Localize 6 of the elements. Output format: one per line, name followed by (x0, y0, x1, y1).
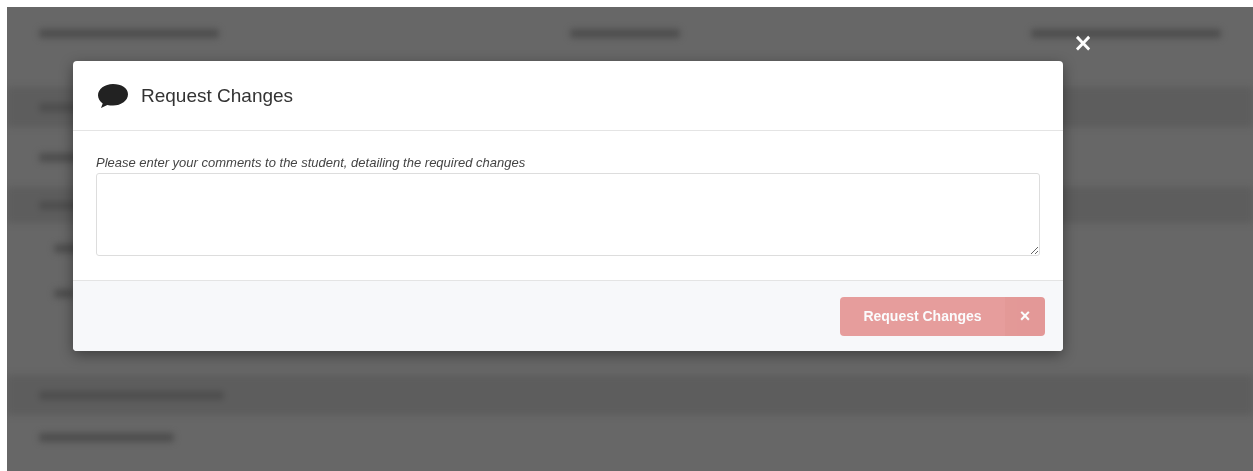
field-label: Please enter your comments to the student, detailing the required changes (96, 155, 527, 170)
dialog-title: Request Changes (141, 84, 294, 107)
blurred-text (54, 288, 74, 298)
close-button[interactable]: × (1073, 30, 1094, 56)
comment-field[interactable] (96, 173, 1040, 256)
speech-bubble-icon (97, 82, 129, 109)
